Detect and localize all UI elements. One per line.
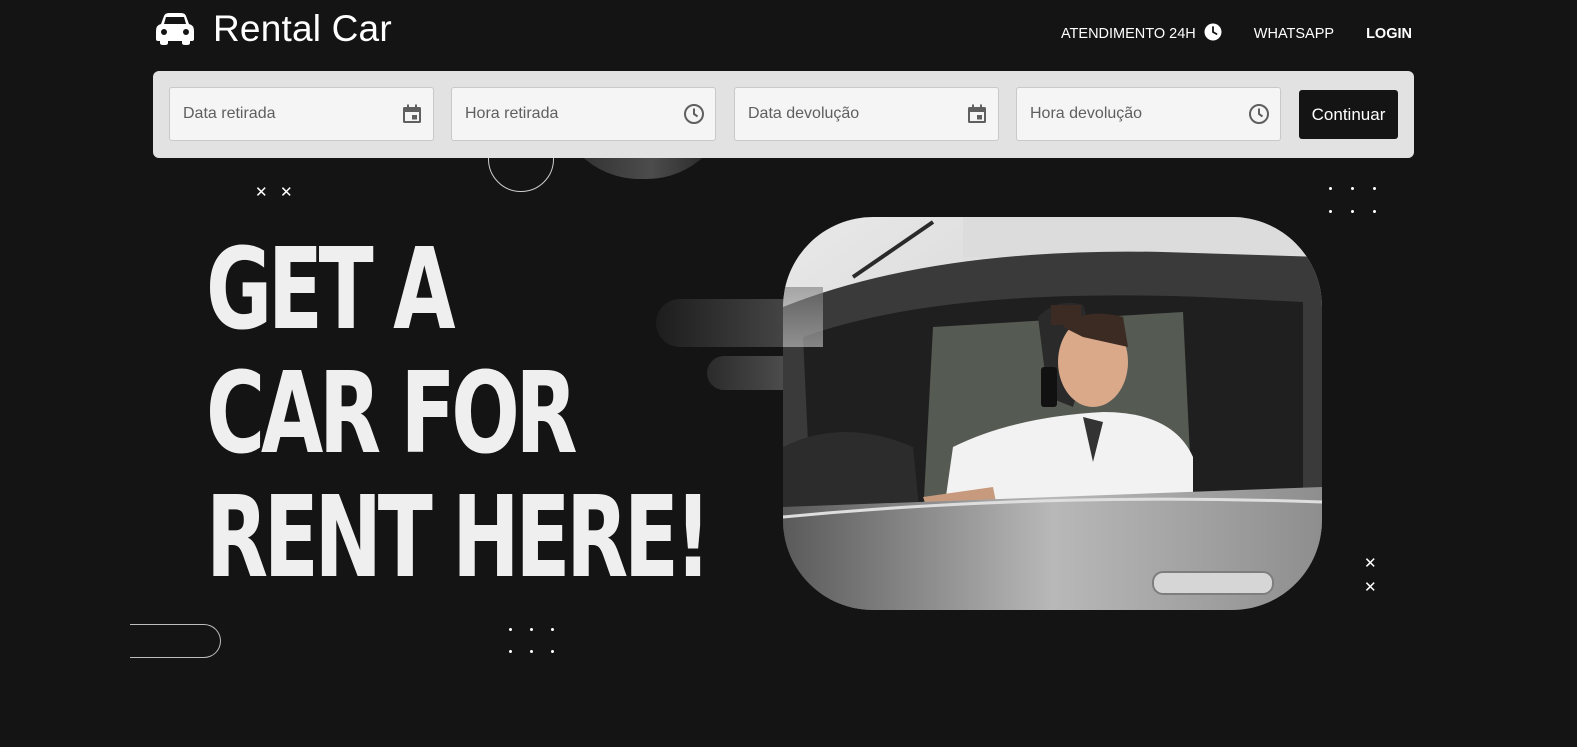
pickup-time-placeholder: Hora retirada [465, 105, 559, 122]
hero-headline-line: CAR FOR [206, 349, 578, 479]
decorative-x-icon: ✕ [1364, 555, 1377, 572]
pickup-date-field[interactable]: Data retirada [169, 87, 434, 141]
hero-headline: GET A CAR FOR RENT HERE! [206, 228, 766, 600]
nav-whatsapp-label: WHATSAPP [1253, 26, 1335, 42]
nav-login-link[interactable]: LOGIN [1366, 26, 1412, 42]
decorative-x-icon: ✕ [255, 184, 268, 201]
top-nav: ATENDIMENTO 24H WHATSAPP LOGIN [1061, 23, 1412, 45]
booking-form: Data retirada Hora retirada Data devoluç… [153, 71, 1414, 158]
brand-name: Rental Car [213, 8, 392, 49]
clock-icon[interactable] [1248, 103, 1270, 125]
decorative-dot [1373, 187, 1376, 190]
return-date-field[interactable]: Data devolução [734, 87, 999, 141]
decorative-dot [551, 650, 554, 653]
hero-headline-line: GET A [206, 225, 455, 355]
return-time-placeholder: Hora devolução [1030, 105, 1143, 122]
car-icon [155, 12, 195, 46]
decorative-dot [1351, 187, 1354, 190]
nav-whatsapp-link[interactable]: WHATSAPP [1254, 26, 1334, 42]
return-time-field[interactable]: Hora devolução [1016, 87, 1281, 141]
decorative-dot [551, 628, 554, 631]
clock-icon [1204, 23, 1222, 45]
calendar-icon[interactable] [966, 103, 988, 125]
site-header: Rental Car ATENDIMENTO 24H WHATSAPP LOGI… [153, 0, 1414, 62]
clock-icon[interactable] [683, 103, 705, 125]
decorative-dot [1329, 187, 1332, 190]
nav-login-label: LOGIN [1366, 26, 1412, 42]
decorative-x-icon: ✕ [1364, 579, 1377, 596]
decorative-dot [1351, 210, 1354, 213]
decorative-dot [1329, 210, 1332, 213]
decorative-dot [1373, 210, 1376, 213]
decorative-dot [509, 628, 512, 631]
return-date-placeholder: Data devolução [748, 105, 860, 122]
calendar-icon[interactable] [401, 103, 423, 125]
decorative-pill-outline [130, 624, 221, 658]
nav-support-link[interactable]: ATENDIMENTO 24H [1061, 23, 1222, 45]
hero-headline-line: RENT HERE! [206, 473, 711, 603]
pickup-time-field[interactable]: Hora retirada [451, 87, 716, 141]
nav-support-label: ATENDIMENTO 24H [1060, 26, 1196, 42]
continue-button[interactable]: Continuar [1299, 90, 1398, 139]
pickup-date-placeholder: Data retirada [183, 105, 276, 122]
decorative-dot [530, 628, 533, 631]
decorative-dot [509, 650, 512, 653]
brand-logo[interactable]: Rental Car [155, 8, 392, 50]
decorative-dot [530, 650, 533, 653]
decorative-x-icon: ✕ [280, 184, 293, 201]
hero-car-photo [783, 217, 1322, 610]
